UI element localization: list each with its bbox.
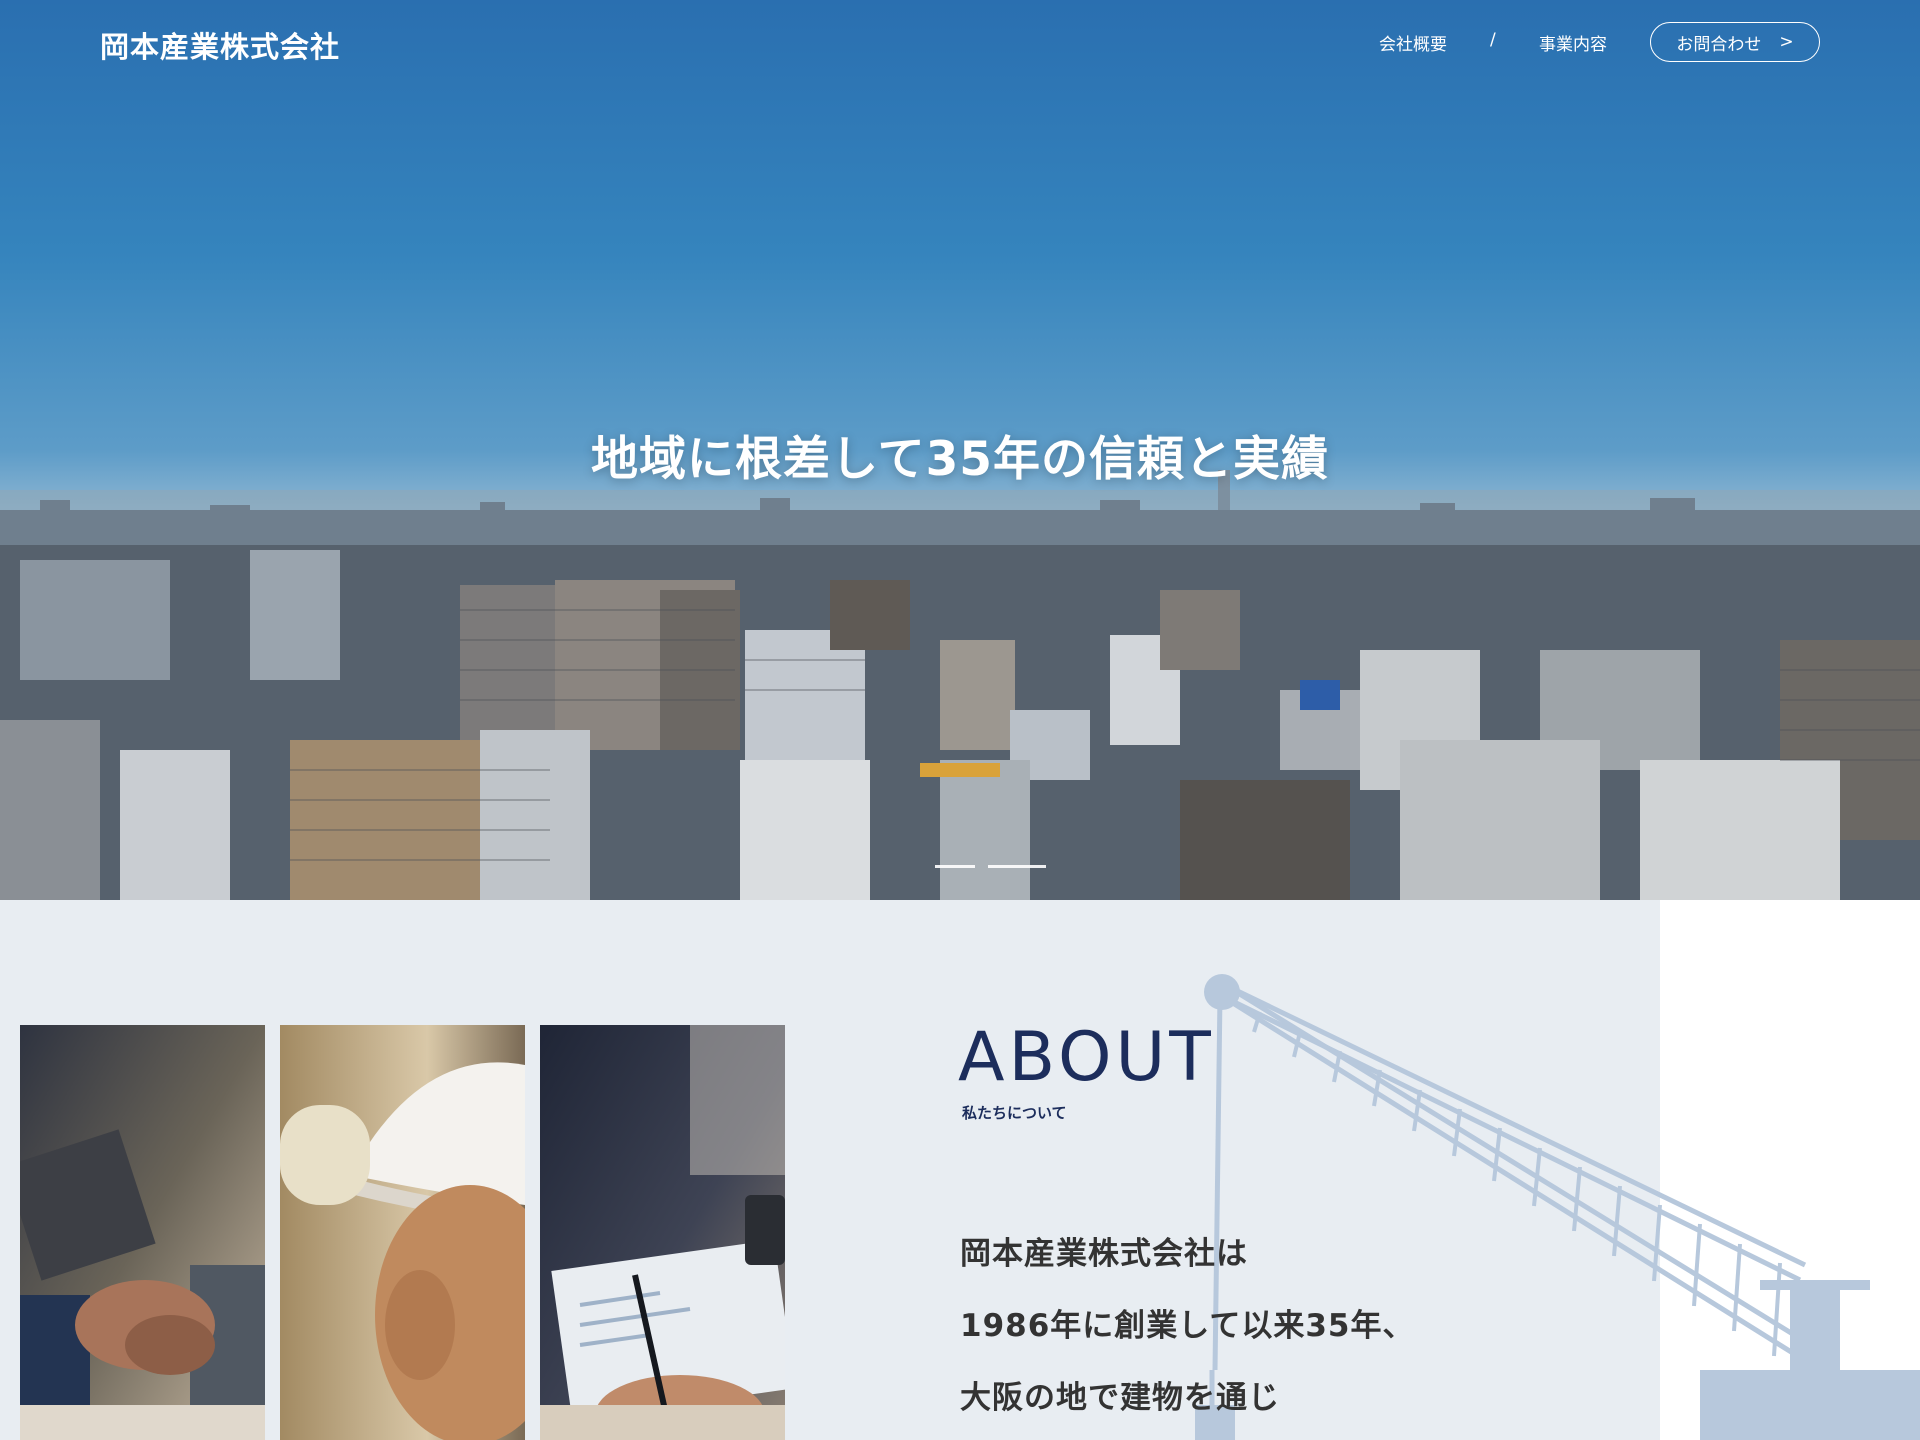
- nav-link-services[interactable]: 事業内容: [1539, 30, 1607, 55]
- about-text-line-2: 1986年に創業して以来35年、: [960, 1308, 1415, 1344]
- nav-link-company-overview[interactable]: 会社概要: [1379, 30, 1447, 55]
- worker-hardhat-photo: [280, 1025, 525, 1440]
- hero-catchphrase: 地域に根差して35年の信頼と実績: [591, 432, 1329, 487]
- about-subheading: 私たちについて: [962, 1104, 1067, 1122]
- document-signing-photo: [540, 1025, 785, 1440]
- site-logo[interactable]: 岡本産業株式会社: [100, 24, 340, 66]
- chevron-right-icon: >: [1779, 32, 1794, 52]
- contact-button-label: お問合わせ: [1676, 34, 1762, 55]
- slide-indicator-2[interactable]: [988, 865, 1046, 868]
- hero-section: 岡本産業株式会社 会社概要 / 事業内容 お問合わせ > 地域に根差して35年の…: [0, 0, 1920, 900]
- about-heading: ABOUT: [958, 1018, 1215, 1097]
- site-header: 岡本産業株式会社 会社概要 / 事業内容 お問合わせ >: [0, 0, 1920, 88]
- nav-separator: /: [1490, 30, 1496, 50]
- about-text-line-3: 大阪の地で建物を通じ: [960, 1380, 1280, 1416]
- about-text-line-1: 岡本産業株式会社は: [960, 1236, 1248, 1272]
- slide-indicator-1[interactable]: [935, 865, 975, 868]
- handshake-photo: [20, 1025, 265, 1440]
- contact-button[interactable]: お問合わせ >: [1650, 22, 1820, 62]
